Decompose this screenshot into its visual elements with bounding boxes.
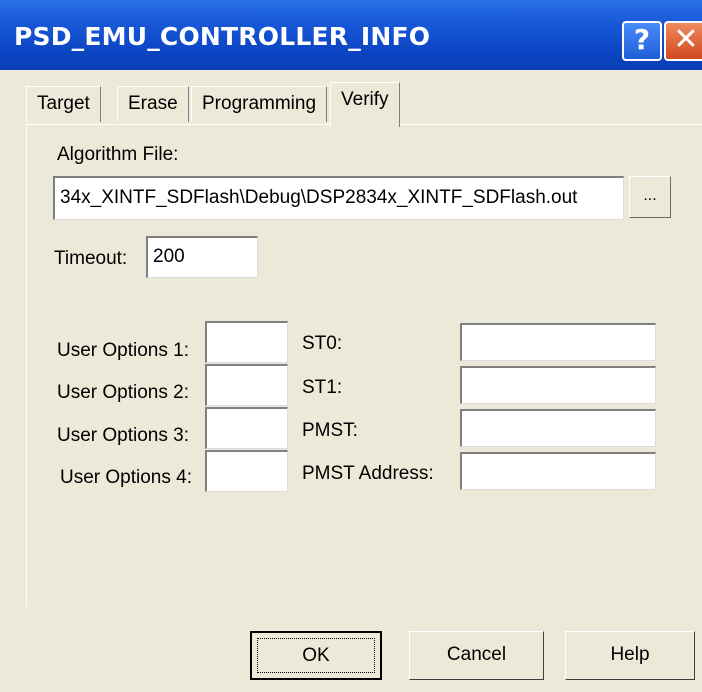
user-options-3-field[interactable] — [205, 407, 288, 449]
help-button[interactable]: Help — [565, 631, 695, 680]
tab-erase[interactable]: Erase — [117, 86, 189, 122]
algorithm-file-label: Algorithm File: — [57, 144, 179, 165]
user-options-2-field[interactable] — [205, 364, 288, 406]
ok-button-label: OK — [302, 645, 330, 666]
window-title: PSD_EMU_CONTROLLER_INFO — [14, 22, 431, 51]
user-options-3-label: User Options 3: — [57, 425, 189, 446]
st0-label: ST0: — [302, 333, 343, 354]
user-options-4-field[interactable] — [205, 450, 288, 492]
tab-programming[interactable]: Programming — [191, 86, 328, 122]
timeout-field[interactable]: 200 — [146, 236, 258, 278]
browse-button[interactable]: ... — [629, 176, 671, 218]
user-options-1-label: User Options 1: — [57, 340, 189, 361]
user-options-2-label: User Options 2: — [57, 382, 189, 403]
algorithm-file-field[interactable]: 34x_XINTF_SDFlash\Debug\DSP2834x_XINTF_S… — [53, 176, 624, 220]
user-options-4-label: User Options 4: — [60, 467, 192, 488]
st1-label: ST1: — [302, 377, 343, 398]
tab-target[interactable]: Target — [26, 86, 101, 122]
pmst-address-field[interactable] — [460, 452, 656, 490]
pmst-address-label: PMST Address: — [302, 463, 434, 484]
tab-verify[interactable]: Verify — [330, 82, 400, 127]
cancel-button[interactable]: Cancel — [409, 631, 544, 680]
ok-button[interactable]: OK — [250, 631, 382, 680]
st0-field[interactable] — [460, 323, 656, 361]
timeout-label: Timeout: — [54, 248, 128, 269]
pmst-field[interactable] — [460, 409, 656, 447]
close-icon[interactable]: ✕ — [664, 21, 702, 61]
st1-field[interactable] — [460, 366, 656, 404]
user-options-1-field[interactable] — [205, 321, 288, 363]
title-bar: PSD_EMU_CONTROLLER_INFO ? ✕ — [0, 0, 702, 70]
pmst-label: PMST: — [302, 420, 358, 441]
help-icon[interactable]: ? — [622, 21, 662, 61]
